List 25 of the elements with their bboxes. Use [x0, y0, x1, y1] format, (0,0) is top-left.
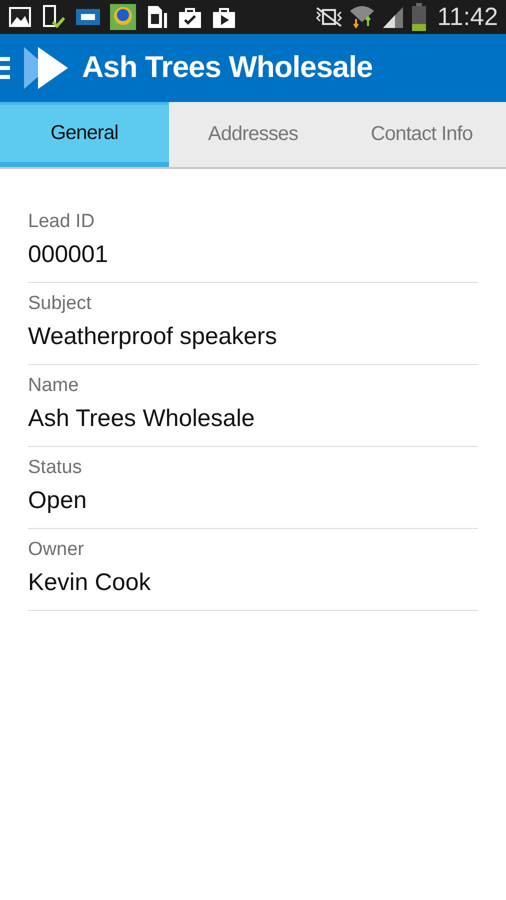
menu-icon[interactable]: [0, 55, 10, 81]
field-value: Kevin Cook: [28, 568, 152, 598]
clock-time: 11:42: [437, 2, 498, 32]
battery-icon: [411, 3, 428, 31]
gallery-icon: [8, 6, 32, 28]
field-value: Open: [28, 486, 88, 516]
mute-vibrate-icon: [315, 6, 344, 28]
field-value: Ash Trees Wholesale: [28, 404, 256, 434]
device-check-icon: [42, 5, 66, 29]
wifi-icon: [349, 4, 376, 30]
play-store-icon: [212, 5, 236, 29]
signal-icon: [381, 5, 406, 29]
field-value: Weatherproof speakers: [28, 322, 278, 352]
field-label: Lead ID: [28, 210, 96, 234]
app-badge-icon: [76, 9, 100, 25]
app-logo-icon[interactable]: [22, 45, 70, 91]
field-label: Subject: [28, 292, 92, 316]
field-label: Status: [28, 456, 83, 480]
shopping-bag-check-icon: [178, 5, 202, 29]
tab[interactable]: General: [0, 102, 169, 167]
app-title: Ash Trees Wholesale: [82, 51, 373, 85]
field-label: Owner: [28, 538, 85, 562]
field-value: 000001: [28, 240, 110, 270]
sim-card-icon: [146, 5, 168, 29]
field-label: Name: [28, 374, 80, 398]
